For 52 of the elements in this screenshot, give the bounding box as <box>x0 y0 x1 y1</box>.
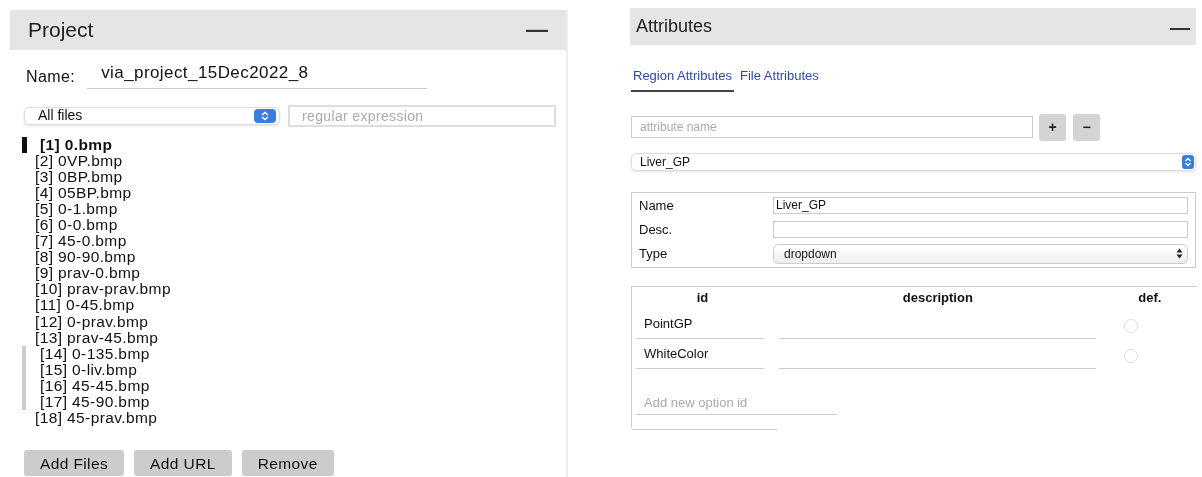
column-header: description <box>901 288 974 307</box>
file-list-item[interactable]: [1] 0.bmp <box>22 136 566 153</box>
filter-select[interactable]: All files <box>24 106 280 125</box>
file-list-item[interactable]: [7] 45-0.bmp <box>22 233 566 250</box>
file-list-item[interactable]: [5] 0-1.bmp <box>22 200 566 217</box>
add-url-button[interactable]: Add URL <box>134 450 232 477</box>
property-field[interactable]: Liver_GP <box>773 197 1188 214</box>
collapse-button[interactable]: — <box>526 19 548 41</box>
tab[interactable]: Region Attributes <box>631 66 734 92</box>
tab[interactable]: File Attributes <box>738 66 821 92</box>
stepper-icon <box>1182 154 1194 169</box>
column-header: id <box>695 288 710 307</box>
option-id-field[interactable]: PointGP <box>636 314 764 339</box>
file-list-item[interactable]: [12] 0-prav.bmp <box>22 313 566 330</box>
file-list-item[interactable]: [14] 0-135.bmp <box>22 345 566 362</box>
radio-button[interactable] <box>1124 318 1138 333</box>
property-field[interactable] <box>773 221 1188 238</box>
type-select[interactable]: dropdown <box>773 243 1188 264</box>
file-list-item[interactable]: [17] 45-90.bmp <box>22 394 566 411</box>
attribute-name-field[interactable]: attribute name <box>631 116 1033 138</box>
new-option-field[interactable]: Add new option id <box>636 392 837 415</box>
file-list-item[interactable]: [18] 45-prav.bmp <box>22 410 566 427</box>
file-list-item[interactable]: [13] prav-45.bmp <box>22 329 566 346</box>
file-list-item[interactable]: [9] prav-0.bmp <box>22 265 566 282</box>
add-button[interactable]: + <box>1039 113 1066 141</box>
remove-button[interactable]: Remove <box>241 450 334 477</box>
file-list-item[interactable]: [3] 0BP.bmp <box>22 168 566 185</box>
option-id-field[interactable]: WhiteColor <box>636 344 764 369</box>
add-files-button[interactable]: Add Files <box>24 450 125 477</box>
name-field[interactable]: via_project_15Dec2022_8 <box>87 60 428 89</box>
file-list-item[interactable]: [4] 05BP.bmp <box>22 184 566 201</box>
regex-field[interactable]: regular expression <box>288 104 556 127</box>
updown-icon <box>1176 248 1183 259</box>
panel-title: Attributes <box>636 15 713 38</box>
panel-title: Project <box>28 17 94 44</box>
radio-button[interactable] <box>1124 348 1138 363</box>
collapse-button[interactable]: — <box>1170 16 1190 37</box>
property-label: Desc. <box>639 220 674 239</box>
file-list-item[interactable]: [10] prav-prav.bmp <box>22 281 566 298</box>
property-label: Type <box>639 244 669 263</box>
property-label: Name <box>639 196 675 215</box>
file-list-item[interactable]: [6] 0-0.bmp <box>22 216 566 234</box>
file-list-item[interactable]: [16] 45-45.bmp <box>22 377 566 394</box>
file-list-item[interactable]: [15] 0-liv.bmp <box>22 361 566 378</box>
remove-button[interactable]: − <box>1073 113 1100 141</box>
stepper-icon <box>254 108 276 123</box>
file-list-item[interactable]: [11] 0-45.bmp <box>22 297 566 314</box>
name-label: Name: <box>26 66 76 87</box>
attribute-select[interactable]: Liver_GP <box>631 152 1196 171</box>
column-header: def. <box>1137 288 1163 307</box>
file-list-item[interactable]: [2] 0VP.bmp <box>22 152 566 169</box>
file-list-item[interactable]: [8] 90-90.bmp <box>22 249 566 266</box>
